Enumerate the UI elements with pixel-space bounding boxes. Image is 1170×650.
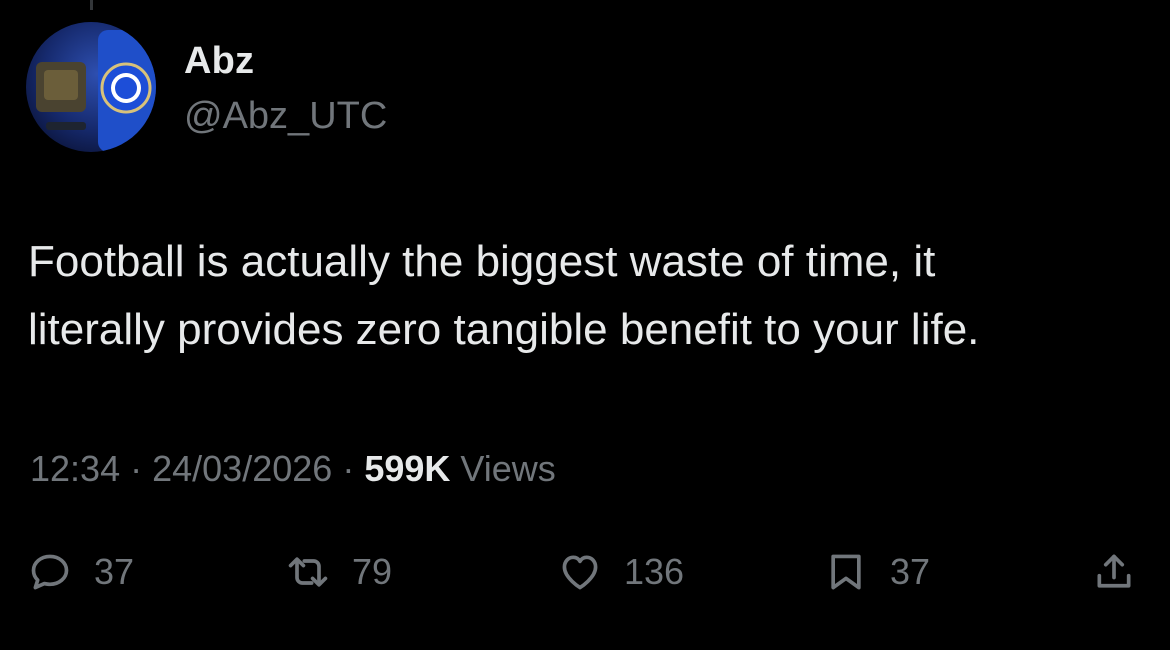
user-handle[interactable]: @Abz_UTC (184, 95, 387, 138)
chelsea-crest-avatar-icon (26, 22, 156, 152)
bookmark-count: 37 (890, 551, 931, 592)
share-button[interactable] (1092, 540, 1136, 604)
views-count[interactable]: 599K (364, 448, 450, 489)
like-button[interactable]: 136 (558, 540, 684, 604)
share-icon (1097, 554, 1131, 588)
views-label: Views (460, 448, 556, 489)
retweet-count: 79 (352, 551, 393, 592)
display-name[interactable]: Abz (184, 40, 254, 83)
retweet-icon (288, 557, 328, 587)
like-count: 136 (624, 551, 685, 592)
reply-icon (31, 554, 69, 590)
thread-line (90, 0, 93, 10)
retweet-button[interactable]: 79 (286, 540, 392, 604)
heart-icon (562, 555, 598, 590)
bookmark-icon (831, 554, 861, 590)
reply-count: 37 (94, 551, 135, 592)
bookmark-button[interactable]: 37 (824, 540, 930, 604)
reply-button[interactable]: 37 (28, 540, 134, 604)
tweet-meta: 12:34 · 24/03/2026 · 599K Views (30, 448, 556, 490)
separator-dot: · (342, 448, 365, 489)
avatar[interactable] (26, 22, 156, 152)
action-bar: 37 79 136 37 (0, 540, 1170, 604)
tweet-time[interactable]: 12:34 (30, 448, 120, 489)
separator-dot: · (130, 448, 153, 489)
tweet-date[interactable]: 24/03/2026 (152, 448, 332, 489)
tweet-text: Football is actually the biggest waste o… (28, 237, 980, 354)
